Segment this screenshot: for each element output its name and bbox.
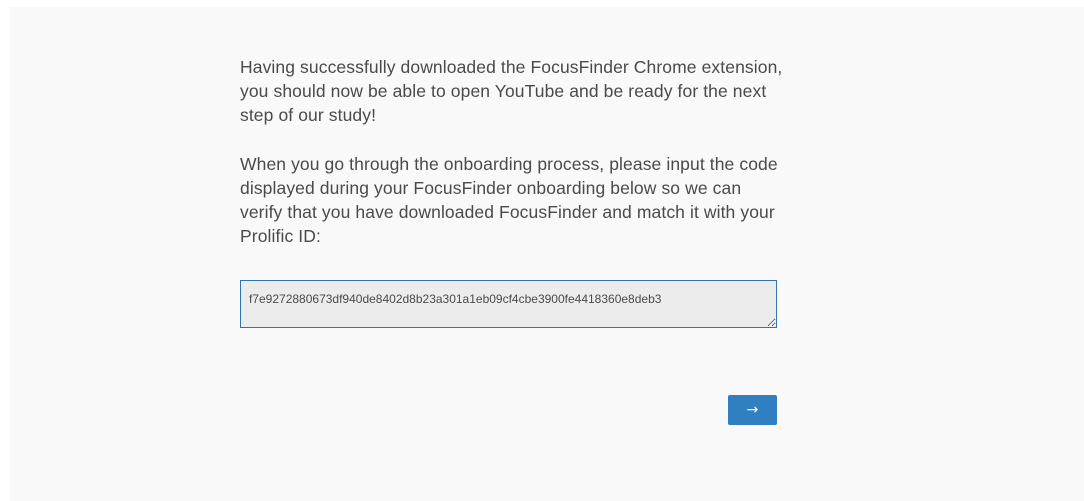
question-paragraph-1: Having successfully downloaded the Focus… — [240, 57, 783, 125]
survey-panel: Having successfully downloaded the Focus… — [10, 7, 1084, 501]
code-input[interactable]: f7e9272880673df940de8402d8b23a301a1eb09c… — [240, 280, 777, 328]
question-text: Having successfully downloaded the Focus… — [240, 55, 785, 248]
next-button[interactable]: → — [728, 395, 777, 425]
question-paragraph-2: When you go through the onboarding proce… — [240, 154, 778, 246]
